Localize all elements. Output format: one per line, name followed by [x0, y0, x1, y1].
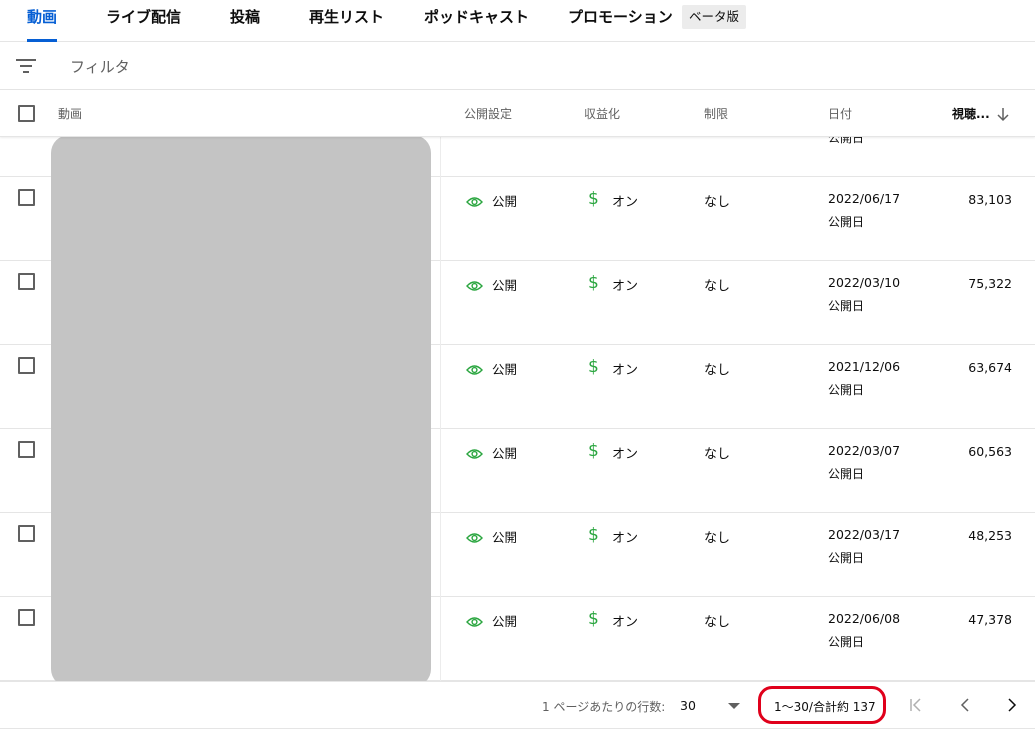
table-header: 動画 公開設定 収益化 制限 日付 視聴... [0, 90, 1035, 137]
monetization-value[interactable]: オン [612, 527, 638, 546]
restrictions-value: なし [704, 447, 731, 462]
tab-promotions[interactable]: プロモーション [568, 0, 673, 42]
column-divider [440, 137, 441, 681]
header-visibility: 公開設定 [464, 107, 513, 121]
restrictions-value: なし [704, 363, 731, 378]
rows-per-page-label: 1 ページあたりの行数: [542, 700, 666, 714]
rows-per-page-select[interactable]: 30 [680, 698, 696, 713]
date-sub-label: 公開日 [828, 299, 865, 313]
date-value: 2022/06/08 [828, 611, 901, 626]
date-sub-label: 公開日 [828, 635, 865, 649]
visibility-value[interactable]: 公開 [492, 527, 517, 546]
tab-videos[interactable]: 動画 [27, 0, 58, 42]
header-monetization: 収益化 [584, 107, 621, 121]
date-sub-label: 公開日 [828, 137, 865, 145]
eye-icon [466, 613, 483, 627]
row-checkbox[interactable] [18, 441, 35, 458]
visibility-value[interactable]: 公開 [492, 191, 517, 210]
row-checkbox[interactable] [18, 189, 35, 206]
visibility-value[interactable]: 公開 [492, 611, 517, 630]
visibility-value[interactable]: 公開 [492, 275, 517, 294]
eye-icon [466, 277, 483, 291]
monetization-value[interactable]: オン [612, 443, 638, 462]
dollar-icon: $ [588, 609, 599, 629]
previous-page-icon[interactable] [957, 696, 973, 714]
next-page-icon[interactable] [1004, 696, 1020, 714]
header-restrictions: 制限 [704, 107, 729, 121]
date-sub-label: 公開日 [828, 215, 865, 229]
restrictions-value: なし [704, 279, 731, 294]
tab-bar: 動画 ライブ配信 投稿 再生リスト ポッドキャスト プロモーション ベータ版 [0, 0, 1035, 42]
sort-down-arrow-icon[interactable] [996, 106, 1010, 122]
tab-live[interactable]: ライブ配信 [106, 0, 181, 42]
date-sub-label: 公開日 [828, 467, 865, 481]
header-views[interactable]: 視聴... [952, 105, 990, 122]
header-date[interactable]: 日付 [828, 105, 852, 122]
row-checkbox[interactable] [18, 273, 35, 290]
dropdown-caret-icon[interactable] [728, 703, 740, 709]
restrictions-value: なし [704, 615, 731, 630]
views-value: 63,674 [968, 360, 1012, 375]
row-checkbox[interactable] [18, 357, 35, 374]
views-value: 83,103 [968, 192, 1012, 207]
views-value: 75,322 [968, 276, 1012, 291]
first-page-icon[interactable] [908, 696, 924, 714]
tab-posts[interactable]: 投稿 [230, 0, 260, 42]
date-value: 2021/12/06 [828, 359, 901, 374]
beta-badge: ベータ版 [682, 5, 747, 29]
tab-playlists[interactable]: 再生リスト [309, 0, 384, 42]
pagination-bar: 1 ページあたりの行数: 30 1〜30/合計約 137 [0, 681, 1035, 729]
restrictions-value: なし [704, 531, 731, 546]
monetization-value[interactable]: オン [612, 359, 638, 378]
date-value: 2022/03/07 [828, 443, 901, 458]
select-all-checkbox[interactable] [18, 105, 35, 122]
date-value: 2022/03/17 [828, 527, 901, 542]
row-checkbox[interactable] [18, 609, 35, 626]
date-value: 2022/03/10 [828, 275, 901, 290]
dollar-icon: $ [588, 441, 599, 461]
row-checkbox[interactable] [18, 525, 35, 542]
dollar-icon: $ [588, 189, 599, 209]
date-value: 2022/06/17 [828, 191, 901, 206]
date-sub-label: 公開日 [828, 383, 865, 397]
dollar-icon: $ [588, 357, 599, 377]
dollar-icon: $ [588, 525, 599, 545]
eye-icon [466, 529, 483, 543]
eye-icon [466, 193, 483, 207]
thumbnail-redacted [51, 135, 431, 687]
filter-icon[interactable] [16, 57, 36, 75]
dollar-icon: $ [588, 273, 599, 293]
filter-input[interactable]: フィルタ [70, 56, 130, 77]
visibility-value[interactable]: 公開 [492, 359, 517, 378]
tab-podcasts[interactable]: ポッドキャスト [424, 0, 529, 42]
header-video: 動画 [58, 107, 83, 121]
eye-icon [466, 361, 483, 375]
date-sub-label: 公開日 [828, 551, 865, 565]
views-value: 47,378 [968, 612, 1012, 627]
views-value: 60,563 [968, 444, 1012, 459]
monetization-value[interactable]: オン [612, 611, 638, 630]
views-value: 48,253 [968, 528, 1012, 543]
restrictions-value: なし [704, 195, 731, 210]
monetization-value[interactable]: オン [612, 191, 638, 210]
filter-bar[interactable]: フィルタ [0, 42, 1035, 90]
visibility-value[interactable]: 公開 [492, 443, 517, 462]
eye-icon [466, 445, 483, 459]
monetization-value[interactable]: オン [612, 275, 638, 294]
page-range-text: 1〜30/合計約 137 [774, 700, 876, 714]
